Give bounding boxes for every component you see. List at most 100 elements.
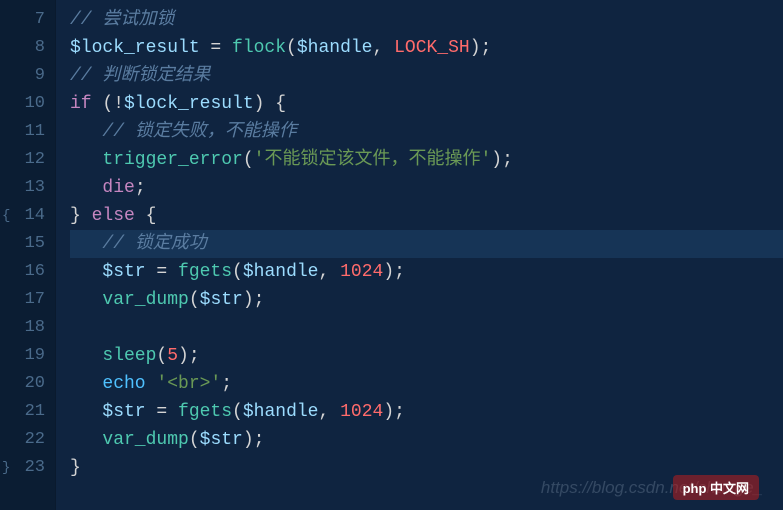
- token-string: '<br>': [156, 374, 221, 394]
- line-number: 16: [4, 258, 45, 286]
- line-number-gutter: 7891011121314151617181920212223: [0, 0, 56, 510]
- token-operator: =: [200, 38, 232, 58]
- token-function: var_dump: [102, 290, 188, 310]
- token-variable: $lock_result: [124, 94, 254, 114]
- token-punct: ;: [394, 402, 405, 422]
- token-comment: // 判断锁定结果: [70, 66, 210, 86]
- site-logo-badge: php 中文网: [673, 475, 759, 500]
- code-line[interactable]: sleep(5);: [70, 342, 783, 370]
- token-keyword: die: [102, 178, 134, 198]
- token-punct: ,: [372, 38, 394, 58]
- line-number: 21: [4, 398, 45, 426]
- token-variable: $handle: [243, 402, 319, 422]
- token-brace: }: [70, 458, 81, 478]
- code-line[interactable]: $str = fgets($handle, 1024);: [70, 398, 783, 426]
- token-operator: !: [113, 94, 124, 114]
- token-function: fgets: [178, 262, 232, 282]
- token-comment: // 锁定成功: [102, 234, 206, 254]
- code-line[interactable]: var_dump($str);: [70, 426, 783, 454]
- line-number: 22: [4, 426, 45, 454]
- token-blue: echo: [102, 374, 156, 394]
- code-line[interactable]: echo '<br>';: [70, 370, 783, 398]
- line-number: 20: [4, 370, 45, 398]
- line-number: 19: [4, 342, 45, 370]
- token-function: fgets: [178, 402, 232, 422]
- token-operator: =: [146, 262, 178, 282]
- token-paren: ): [491, 150, 502, 170]
- token-punct: ,: [318, 262, 340, 282]
- code-line[interactable]: trigger_error('不能锁定该文件，不能操作');: [70, 146, 783, 174]
- token-variable: $handle: [297, 38, 373, 58]
- code-line[interactable]: } else {: [70, 202, 783, 230]
- token-paren: (: [232, 262, 243, 282]
- token-function: flock: [232, 38, 286, 58]
- token-paren: (: [92, 94, 114, 114]
- token-punct: ;: [189, 346, 200, 366]
- token-punct: ;: [135, 178, 146, 198]
- code-line[interactable]: $lock_result = flock($handle, LOCK_SH);: [70, 34, 783, 62]
- line-number: 8: [4, 34, 45, 62]
- token-punct: ,: [318, 402, 340, 422]
- line-number: 13: [4, 174, 45, 202]
- line-number: 10: [4, 90, 45, 118]
- token-punct: ;: [254, 430, 265, 450]
- token-comment: // 锁定失败，不能操作: [102, 122, 296, 142]
- token-punct: ;: [502, 150, 513, 170]
- line-number: 17: [4, 286, 45, 314]
- token-number: 5: [167, 346, 178, 366]
- token-paren: ): [243, 430, 254, 450]
- code-line[interactable]: $str = fgets($handle, 1024);: [70, 258, 783, 286]
- line-number: 12: [4, 146, 45, 174]
- token-paren: (: [286, 38, 297, 58]
- token-paren: (: [243, 150, 254, 170]
- line-number: 11: [4, 118, 45, 146]
- token-variable: $handle: [243, 262, 319, 282]
- token-constant: LOCK_SH: [394, 38, 470, 58]
- code-area[interactable]: // 尝试加锁$lock_result = flock($handle, LOC…: [56, 0, 783, 510]
- token-paren: ): [470, 38, 481, 58]
- token-punct: ;: [481, 38, 492, 58]
- token-function: var_dump: [102, 430, 188, 450]
- token-function: sleep: [102, 346, 156, 366]
- token-keyword: else: [92, 206, 135, 226]
- token-variable: $str: [200, 290, 243, 310]
- token-paren: (: [189, 290, 200, 310]
- token-variable: $str: [102, 262, 145, 282]
- token-paren: (: [156, 346, 167, 366]
- token-paren: ): [178, 346, 189, 366]
- token-punct: ;: [221, 374, 232, 394]
- code-line[interactable]: if (!$lock_result) {: [70, 90, 783, 118]
- token-comment: // 尝试加锁: [70, 10, 174, 30]
- code-line[interactable]: // 尝试加锁: [70, 6, 783, 34]
- line-number: 15: [4, 230, 45, 258]
- token-number: 1024: [340, 262, 383, 282]
- code-line[interactable]: // 判断锁定结果: [70, 62, 783, 90]
- token-paren: ): [254, 94, 276, 114]
- token-paren: (: [189, 430, 200, 450]
- token-paren: (: [232, 402, 243, 422]
- token-paren: ): [243, 290, 254, 310]
- token-function: trigger_error: [102, 150, 242, 170]
- token-paren: ): [383, 262, 394, 282]
- token-string: '不能锁定该文件，不能操作': [254, 150, 492, 170]
- token-brace: }: [70, 206, 92, 226]
- code-line[interactable]: var_dump($str);: [70, 286, 783, 314]
- line-number: 7: [4, 6, 45, 34]
- line-number: 18: [4, 314, 45, 342]
- line-number: 14: [4, 202, 45, 230]
- code-line[interactable]: // 锁定成功: [70, 230, 783, 258]
- line-number: 23: [4, 454, 45, 482]
- token-operator: =: [146, 402, 178, 422]
- token-brace: {: [275, 94, 286, 114]
- token-punct: ;: [254, 290, 265, 310]
- line-number: 9: [4, 62, 45, 90]
- token-variable: $str: [200, 430, 243, 450]
- token-variable: $lock_result: [70, 38, 200, 58]
- code-line[interactable]: die;: [70, 174, 783, 202]
- code-editor[interactable]: 7891011121314151617181920212223 // 尝试加锁 $…: [0, 0, 783, 510]
- token-keyword: if: [70, 94, 92, 114]
- token-punct: ;: [394, 262, 405, 282]
- token-variable: $str: [102, 402, 145, 422]
- code-line[interactable]: // 锁定失败，不能操作: [70, 118, 783, 146]
- code-line[interactable]: [70, 314, 783, 342]
